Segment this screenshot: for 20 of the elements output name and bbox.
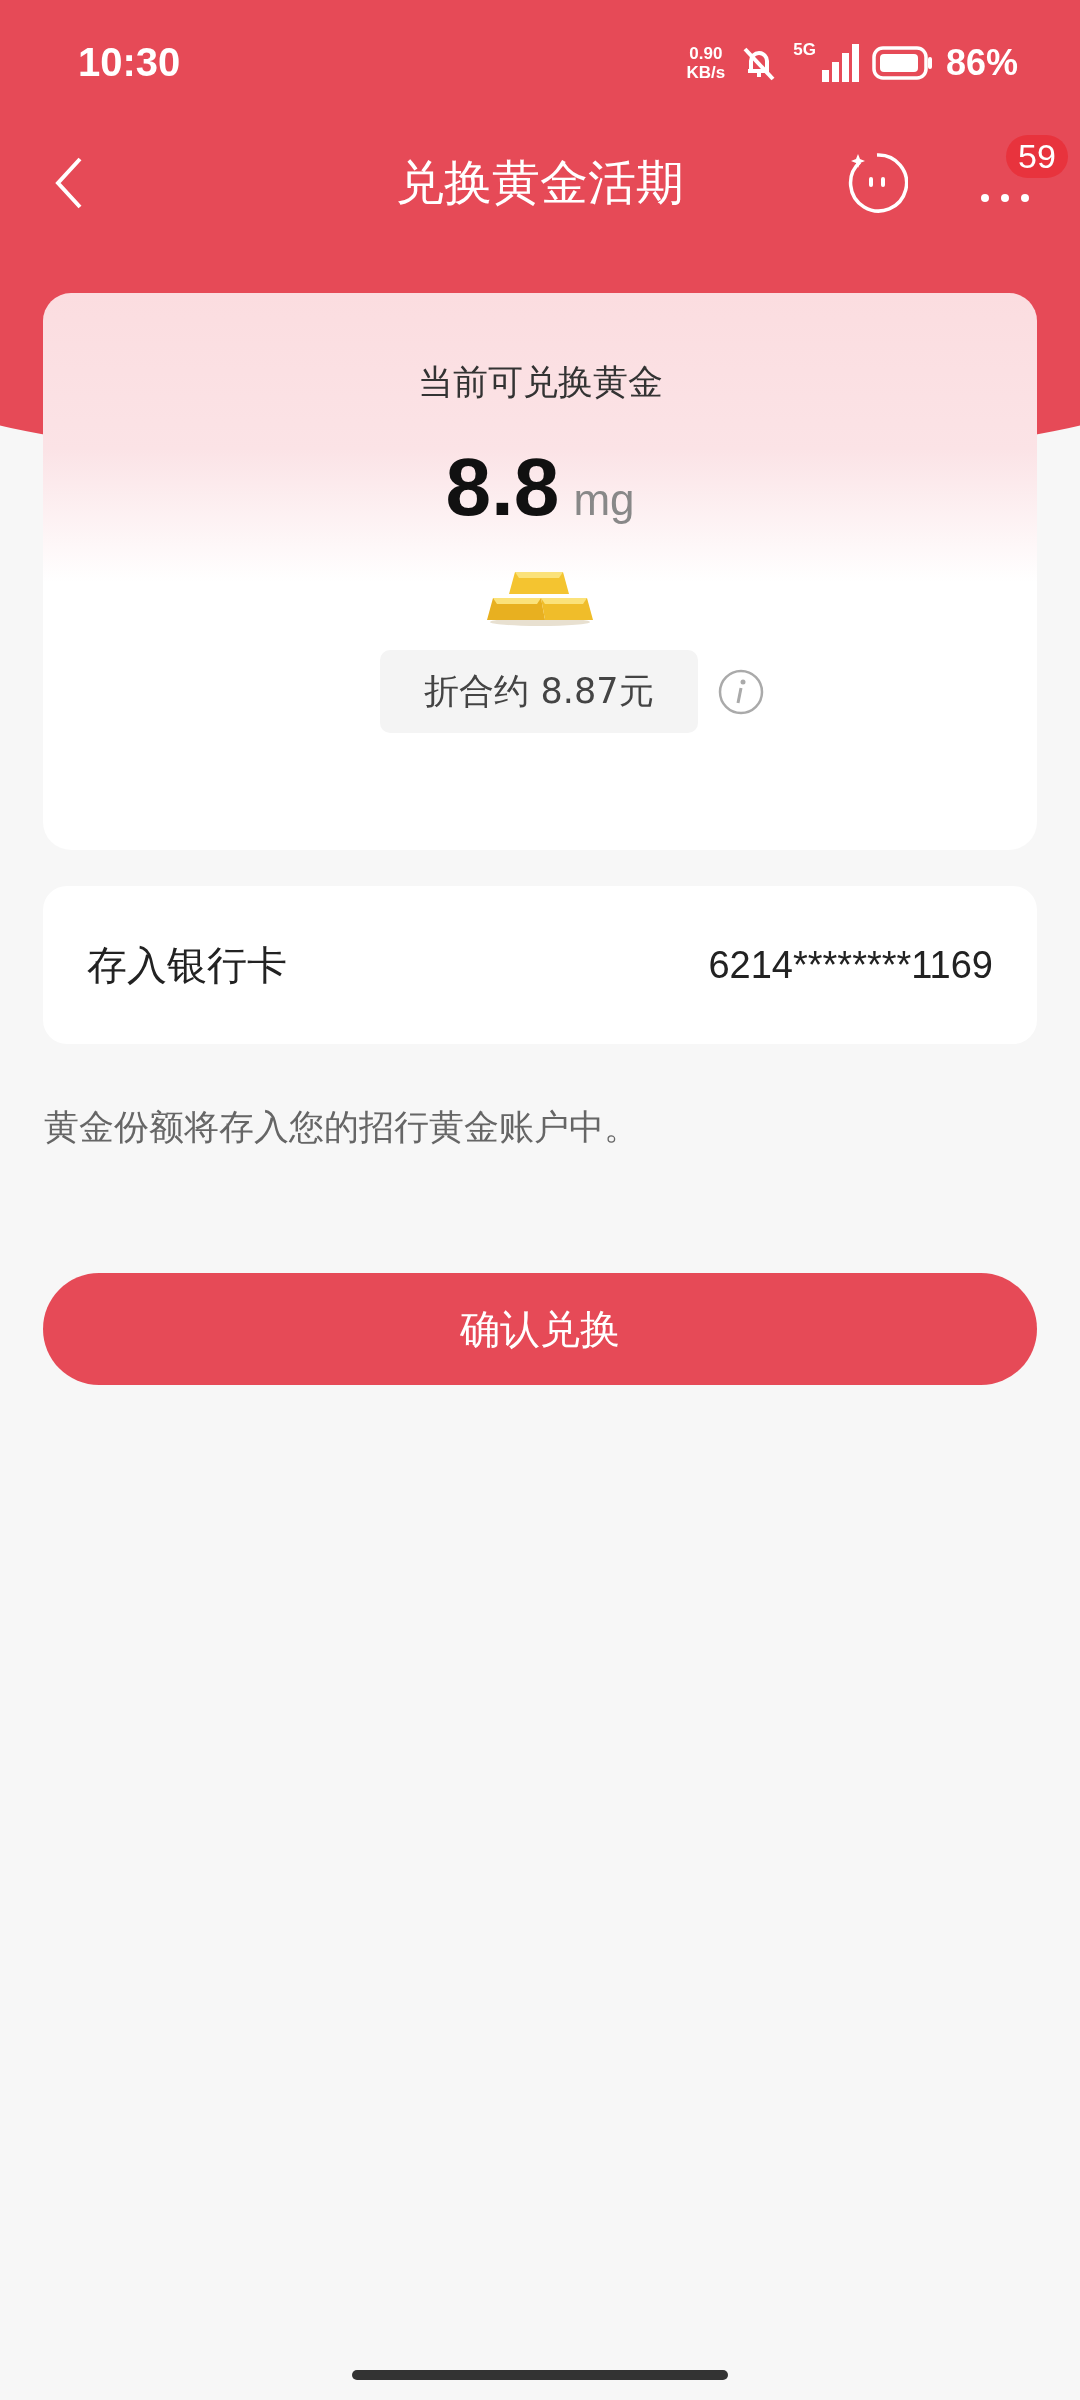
- network-speed: 0.90: [689, 43, 723, 63]
- battery-percent: 86%: [945, 41, 1018, 84]
- network-speed-unit: KB/s: [686, 62, 726, 82]
- card-title: 当前可兑换黄金: [417, 361, 663, 404]
- equivalent-value: 折合约 8.87元: [380, 650, 698, 733]
- bank-card-row[interactable]: 存入银行卡 6214********1169: [43, 886, 1037, 1044]
- amount-unit: mg: [573, 475, 635, 525]
- more-icon[interactable]: [980, 192, 1030, 203]
- signal-icon: [819, 43, 860, 82]
- network-type: 5G: [793, 39, 816, 60]
- status-time: 10:30: [78, 40, 181, 85]
- smiley-icon[interactable]: [846, 151, 908, 214]
- page-title: 兑换黄金活期: [396, 153, 684, 210]
- confirm-button[interactable]: 确认兑换: [43, 1273, 1037, 1385]
- info-icon[interactable]: [717, 668, 764, 715]
- redeemable-amount: 8.8: [445, 440, 560, 534]
- note-text: 黄金份额将存入您的招行黄金账户中。: [44, 1106, 640, 1149]
- bank-card-number: 6214********1169: [708, 943, 993, 987]
- battery-icon: [871, 45, 934, 80]
- bank-card-label: 存入银行卡: [87, 940, 287, 990]
